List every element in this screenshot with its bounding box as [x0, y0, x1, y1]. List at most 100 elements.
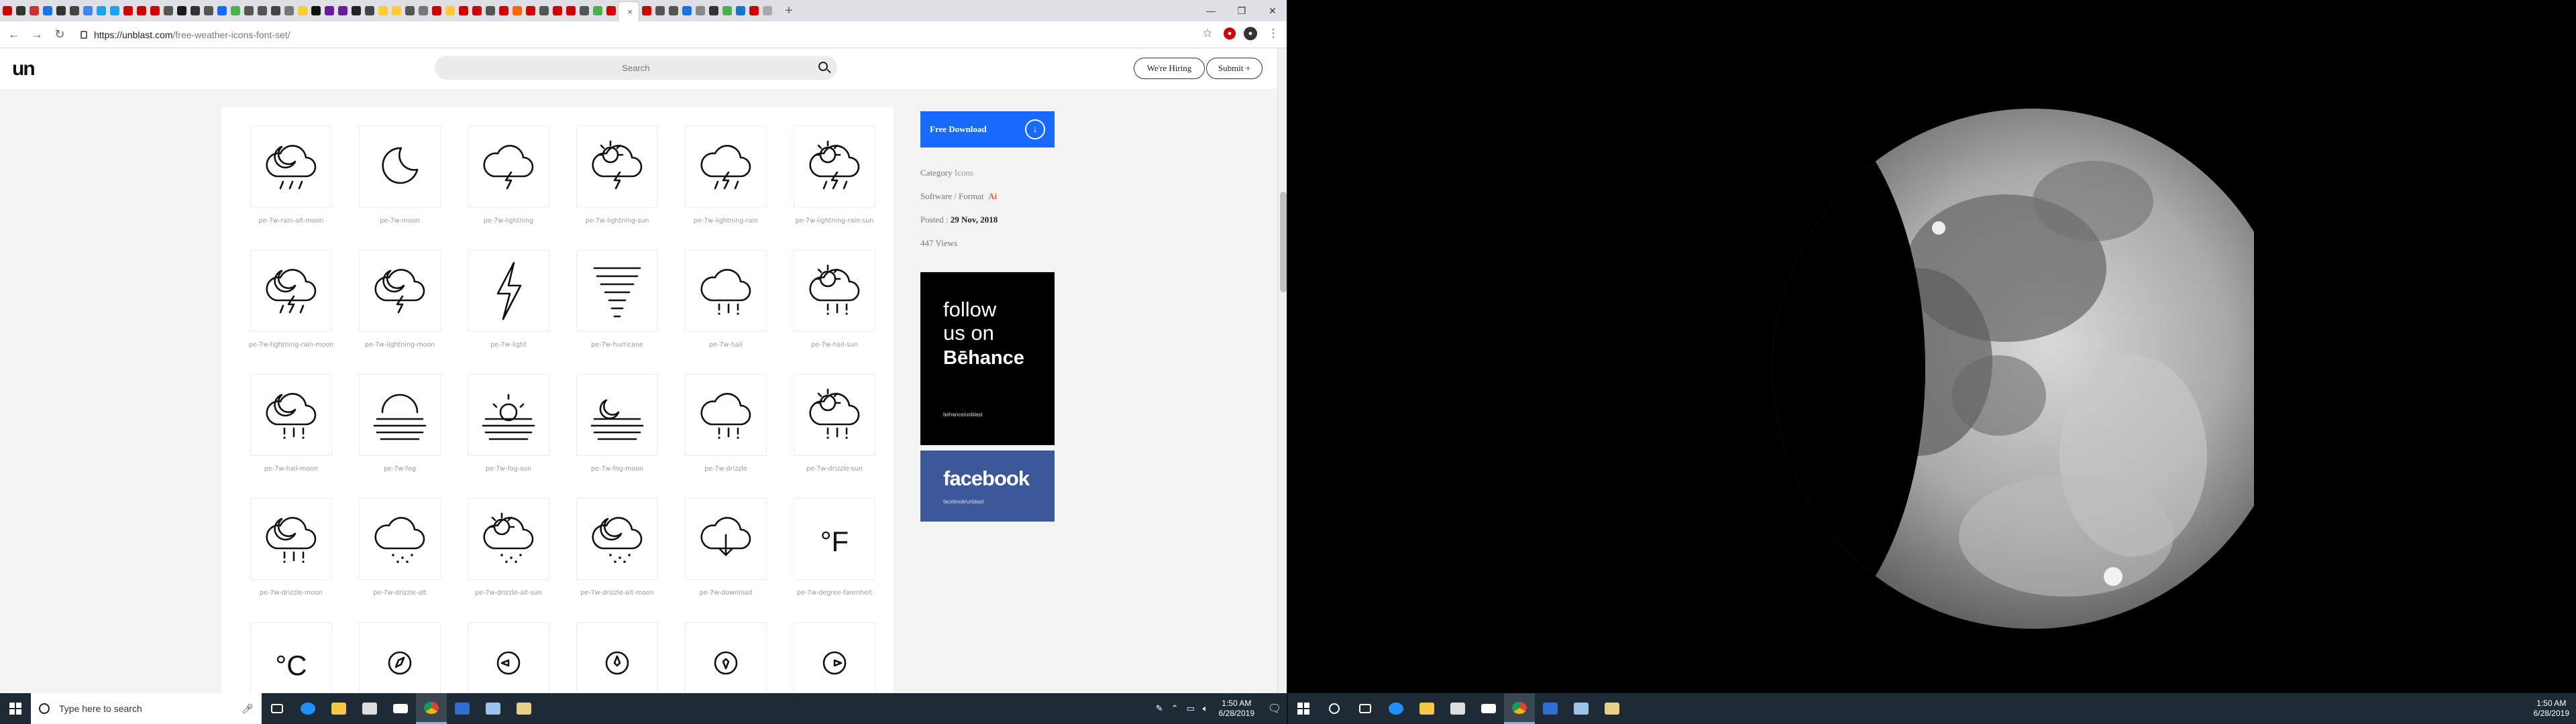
microphone-icon[interactable]: 🎤︎ — [241, 703, 254, 715]
browser-tab[interactable] — [28, 3, 40, 19]
behance-banner[interactable]: follow us on Bēhance behance/unblast — [920, 272, 1055, 445]
close-window-button[interactable]: ✕ — [1257, 0, 1288, 21]
icon-tile[interactable]: pe-7w-hail-sun — [784, 250, 892, 374]
start-button-2[interactable] — [1288, 693, 1319, 724]
bookmark-star-icon[interactable]: ☆ — [1199, 25, 1216, 42]
icon-tile[interactable]: pe-7w-drizzle-alt — [349, 498, 458, 622]
browser-tab[interactable] — [524, 3, 537, 19]
url-text[interactable]: https://unblast.com/free-weather-icons-f… — [94, 29, 290, 40]
browser-tab[interactable] — [564, 3, 577, 19]
browser-tab[interactable] — [694, 3, 706, 19]
browser-tab[interactable] — [551, 3, 564, 19]
minimize-button[interactable]: — — [1195, 0, 1226, 21]
browser-tab[interactable] — [511, 3, 523, 19]
browser-tab[interactable] — [350, 3, 362, 19]
browser-tab[interactable] — [457, 3, 470, 19]
forward-button[interactable]: → — [28, 26, 46, 44]
browser-tab[interactable] — [282, 3, 295, 19]
file-explorer-icon-2[interactable] — [1411, 693, 1442, 724]
browser-tab[interactable] — [336, 3, 349, 19]
chrome-app-icon[interactable] — [416, 693, 447, 724]
icon-tile[interactable]: pe-7w-lightning-moon — [349, 250, 458, 374]
edge-app-icon[interactable] — [292, 693, 323, 724]
icon-tile[interactable]: pe-7w-download — [675, 498, 784, 622]
icon-tile[interactable]: °F pe-7w-degree-farenheit — [784, 498, 892, 622]
notifications-icon[interactable]: 🗨︎ — [1261, 693, 1288, 724]
notepad-app-icon[interactable] — [478, 693, 508, 724]
reload-button[interactable]: ↻ — [51, 26, 68, 44]
address-bar[interactable]: https://unblast.com/free-weather-icons-f… — [75, 25, 1202, 45]
maximize-button[interactable]: ❐ — [1226, 0, 1257, 21]
browser-tab[interactable] — [148, 3, 161, 19]
category-link[interactable]: Icons — [955, 168, 973, 178]
icon-tile[interactable]: pe-7w-light — [458, 250, 566, 374]
app-icon-blue[interactable] — [447, 693, 478, 724]
icon-tile[interactable]: pe-7w-drizzle-moon — [240, 498, 349, 622]
browser-tab[interactable] — [68, 3, 80, 19]
icon-tile[interactable]: pe-7w-fog — [349, 374, 458, 498]
site-logo[interactable]: un — [12, 58, 36, 80]
browser-tab[interactable] — [14, 3, 27, 19]
facebook-banner[interactable]: facebook facebook/unblast — [920, 450, 1055, 522]
icon-tile[interactable]: pe-7w-lightning-rain-moon — [240, 250, 349, 374]
paint-app-icon[interactable] — [508, 693, 539, 724]
browser-tab[interactable] — [653, 3, 666, 19]
browser-tab[interactable] — [667, 3, 680, 19]
mail-app-icon-2[interactable] — [1473, 693, 1504, 724]
task-view-button-2[interactable] — [1350, 693, 1381, 724]
browser-tab[interactable] — [443, 3, 456, 19]
browser-tab[interactable] — [215, 3, 228, 19]
browser-tab[interactable] — [747, 3, 760, 19]
close-tab-icon[interactable]: × — [627, 7, 633, 17]
icon-tile[interactable]: pe-7w-hail — [675, 250, 784, 374]
browser-tab[interactable] — [256, 3, 268, 19]
icon-tile[interactable]: pe-7w-lightning — [458, 126, 566, 250]
browser-tab[interactable] — [1, 3, 13, 19]
hiring-button[interactable]: We're Hiring — [1134, 58, 1205, 79]
scrollbar-thumb[interactable] — [1280, 192, 1287, 292]
browser-tab[interactable] — [640, 3, 653, 19]
icon-tile[interactable]: pe-7w-drizzle-alt-moon — [566, 498, 675, 622]
app-icon-blue-2[interactable] — [1535, 693, 1566, 724]
back-button[interactable]: ← — [5, 26, 23, 44]
icon-tile[interactable]: pe-7w-fog-sun — [458, 374, 566, 498]
browser-tab[interactable] — [296, 3, 309, 19]
store-app-icon-2[interactable] — [1442, 693, 1473, 724]
icon-tile[interactable]: pe-7w-fog-moon — [566, 374, 675, 498]
browser-tab[interactable] — [761, 3, 773, 19]
chrome-app-icon-2[interactable] — [1504, 693, 1535, 724]
browser-tab[interactable] — [470, 3, 483, 19]
icon-tile[interactable]: pe-7w-hurricane — [566, 250, 675, 374]
search-icon[interactable] — [818, 62, 828, 71]
paint-app-icon-2[interactable] — [1597, 693, 1627, 724]
browser-tab[interactable] — [604, 3, 617, 19]
browser-tab[interactable] — [680, 3, 693, 19]
browser-tab[interactable] — [95, 3, 107, 19]
notepad-app-icon-2[interactable] — [1566, 693, 1597, 724]
icon-tile[interactable]: pe-7w-drizzle-sun — [784, 374, 892, 498]
clock-2[interactable]: 1:50 AM 6/28/2019 — [2534, 699, 2569, 719]
edge-app-icon-2[interactable] — [1381, 693, 1411, 724]
browser-tab[interactable] — [430, 3, 443, 19]
browser-tab[interactable] — [309, 3, 322, 19]
taskbar-search[interactable]: Type here to search 🎤︎ — [31, 693, 262, 724]
clock[interactable]: 1:50 AM 6/28/2019 — [1219, 699, 1254, 719]
browser-tab[interactable] — [269, 3, 282, 19]
profile-avatar-icon[interactable]: ● — [1244, 27, 1257, 40]
browser-tab[interactable] — [363, 3, 376, 19]
browser-tab[interactable] — [121, 3, 134, 19]
icon-tile[interactable]: pe-7w-drizzle — [675, 374, 784, 498]
browser-tab[interactable] — [189, 3, 201, 19]
browser-tab[interactable] — [403, 3, 416, 19]
new-tab-button[interactable]: + — [780, 2, 798, 19]
site-search-input[interactable] — [435, 56, 837, 80]
browser-tab[interactable] — [417, 3, 429, 19]
icon-tile[interactable]: pe-7w-lightning-rain-sun — [784, 126, 892, 250]
start-button[interactable] — [0, 693, 31, 724]
browser-tab[interactable] — [578, 3, 590, 19]
browser-tab[interactable] — [734, 3, 747, 19]
submit-button[interactable]: Submit + — [1206, 58, 1263, 79]
browser-tab[interactable] — [162, 3, 174, 19]
menu-kebab-icon[interactable]: ⋮ — [1265, 25, 1281, 42]
browser-tab[interactable] — [175, 3, 188, 19]
